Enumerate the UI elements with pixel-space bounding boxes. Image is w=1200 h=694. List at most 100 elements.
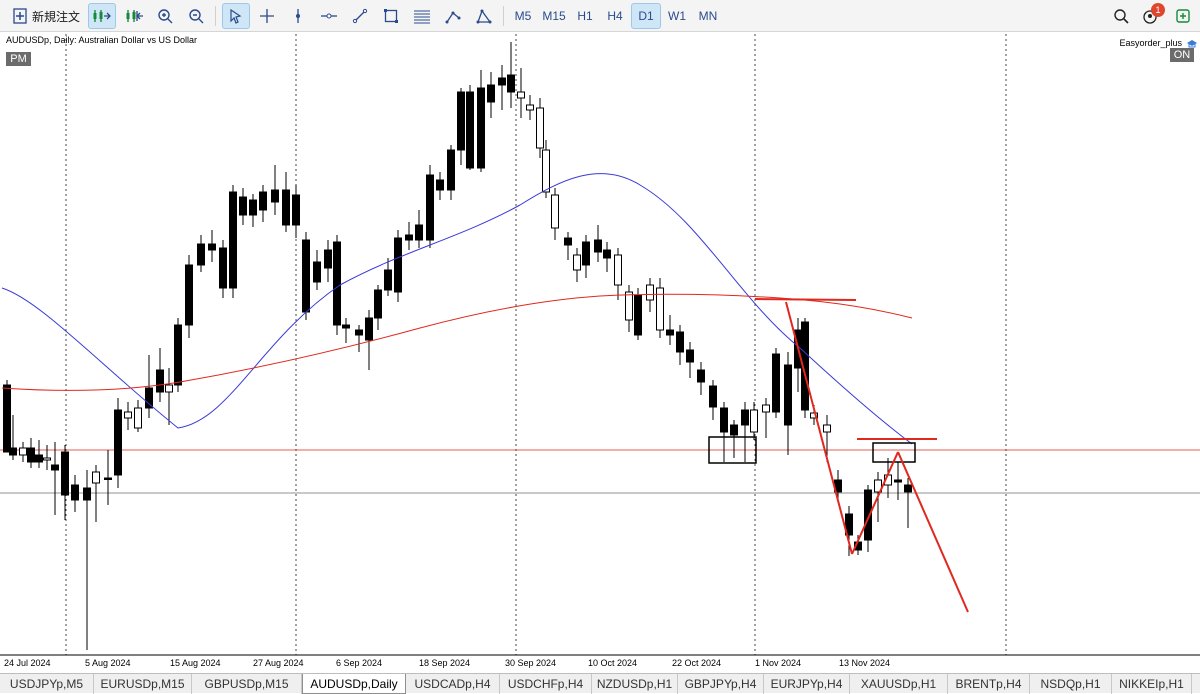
zoom-in-icon — [158, 9, 173, 24]
bearish-candle — [686, 349, 694, 363]
cursor-tool-button[interactable] — [222, 3, 250, 29]
price-chart[interactable] — [0, 32, 1200, 670]
timeframe-m15[interactable]: M15 — [538, 3, 570, 29]
bearish-candle — [666, 329, 674, 336]
bearish-candle — [282, 189, 290, 226]
platform-settings-button[interactable] — [1170, 3, 1196, 29]
symbol-tab[interactable]: NSDQp,H1 — [1030, 674, 1112, 694]
bearish-candle — [249, 199, 257, 216]
zoom-in-chart-button[interactable] — [88, 3, 116, 29]
symbol-tab[interactable]: GBPJPYp,H4 — [678, 674, 764, 694]
pullback-line[interactable] — [851, 451, 899, 555]
crosshair-tool-button[interactable] — [254, 3, 280, 29]
bearish-candle — [894, 479, 902, 483]
date-label: 27 Aug 2024 — [253, 658, 304, 668]
zoom-out-button[interactable] — [183, 3, 209, 29]
bearish-candle — [342, 324, 350, 329]
symbol-tab[interactable]: GBPUSDp,M15 — [192, 674, 302, 694]
symbol-tab[interactable]: XAUUSDp,H1 — [850, 674, 948, 694]
bearish-candle — [709, 385, 717, 408]
bearish-candle — [603, 249, 611, 259]
bearish-candle — [394, 237, 402, 293]
bearish-candle — [477, 87, 485, 169]
bearish-candle — [83, 487, 91, 501]
algo-trading-icon — [1176, 9, 1190, 23]
timeframe-w1[interactable]: W1 — [663, 3, 691, 29]
fibonacci-tool-button[interactable] — [409, 3, 435, 29]
timeframe-h1[interactable]: H1 — [571, 3, 599, 29]
timeframe-m5[interactable]: M5 — [508, 3, 538, 29]
downtrend-line[interactable] — [785, 301, 853, 555]
bearish-candle — [219, 247, 227, 289]
bearish-candle — [61, 451, 69, 496]
bullish-candle — [750, 409, 758, 433]
symbol-tab[interactable]: NIKKEIp,H1 — [1112, 674, 1192, 694]
vertical-line-tool-button[interactable] — [285, 3, 311, 29]
horizontal-line-tool-button[interactable] — [316, 3, 342, 29]
shapes-tool-button[interactable] — [471, 3, 497, 29]
timeframe-h4[interactable]: H4 — [601, 3, 629, 29]
bearish-candle — [292, 194, 300, 226]
bullish-candle — [573, 254, 581, 271]
symbol-tab[interactable]: USDJPYp,M5 — [0, 674, 94, 694]
date-axis: 24 Jul 2024 5 Aug 2024 15 Aug 2024 27 Au… — [0, 655, 1200, 671]
bearish-candle — [9, 447, 17, 456]
bullish-candle — [542, 149, 550, 193]
bullish-candle — [625, 291, 633, 321]
cursor-arrow-icon — [230, 8, 242, 24]
rectangle-tool-button[interactable] — [378, 3, 404, 29]
symbol-tab[interactable]: NZDUSDp,H1 — [592, 674, 678, 694]
bullish-candle — [92, 471, 100, 484]
symbol-tab[interactable]: USDCHFp,H4 — [500, 674, 592, 694]
fibonacci-icon — [414, 10, 430, 24]
bullish-candle — [165, 384, 173, 393]
timeframe-d1[interactable]: D1 — [631, 3, 661, 29]
timeframe-mn[interactable]: MN — [693, 3, 723, 29]
symbol-tab[interactable]: EURUSDp,M15 — [94, 674, 192, 694]
date-label: 30 Sep 2024 — [505, 658, 557, 668]
bearish-candle — [582, 241, 590, 266]
chart-shift-button[interactable] — [120, 3, 148, 29]
date-label: 13 Nov 2024 — [839, 658, 891, 668]
symbol-tab[interactable]: EURJPYp,H4 — [764, 674, 850, 694]
bearish-candle — [174, 324, 182, 386]
bearish-candle — [239, 196, 247, 216]
vertical-line-icon — [296, 9, 300, 23]
symbol-tab[interactable]: USDCADp,H4 — [406, 674, 500, 694]
bearish-candle — [271, 189, 279, 203]
bullish-candle — [762, 404, 770, 413]
channel-tool-button[interactable] — [440, 3, 466, 29]
horizontal-line-icon — [321, 13, 337, 19]
bearish-candle — [720, 407, 728, 433]
drawn-objects[interactable] — [708, 298, 969, 613]
new-order-icon — [13, 8, 27, 24]
bearish-candle — [374, 289, 382, 319]
search-button[interactable] — [1108, 3, 1134, 29]
date-label: 22 Oct 2024 — [672, 658, 722, 668]
symbol-tab[interactable]: BRENTp,H4 — [948, 674, 1030, 694]
symbol-tab[interactable]: AUDUSDp,Daily — [302, 674, 406, 694]
bearish-candle — [71, 484, 79, 501]
bullish-candle — [823, 424, 831, 433]
rectangle-icon — [384, 9, 398, 23]
projection-line[interactable] — [897, 451, 969, 613]
bearish-candle — [259, 191, 267, 211]
bearish-candle — [730, 424, 738, 436]
bearish-candle — [313, 261, 321, 283]
resistance-line-top[interactable] — [754, 298, 857, 301]
candles-zoom-icon — [93, 10, 111, 22]
bearish-candle — [507, 74, 515, 93]
bearish-candle — [741, 409, 749, 426]
trendline-tool-button[interactable] — [347, 3, 373, 29]
bearish-candle — [302, 239, 310, 313]
bearish-candle — [355, 329, 363, 336]
bullish-candle — [124, 411, 132, 419]
bearish-candle — [104, 477, 112, 480]
toolbar-separator — [503, 6, 504, 26]
bearish-candle — [35, 454, 43, 463]
date-label: 6 Sep 2024 — [336, 658, 383, 668]
bearish-candle — [27, 447, 35, 463]
new-order-button[interactable]: 新規注文 — [8, 3, 84, 29]
bearish-candle — [229, 191, 237, 289]
zoom-in-button[interactable] — [152, 3, 178, 29]
